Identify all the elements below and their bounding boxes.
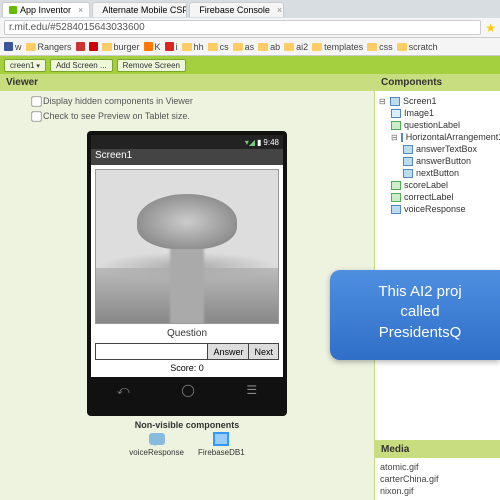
add-screen-button[interactable]: Add Screen ... — [50, 59, 113, 72]
media-panel: Media atomic.gif carterChina.gif nixon.g… — [375, 440, 500, 500]
tree-voiceresponse[interactable]: voiceResponse — [379, 203, 496, 215]
phone-screen[interactable]: Question Answer Next Score: 0 — [91, 165, 283, 377]
textbox-icon — [403, 145, 413, 154]
media-item[interactable]: carterChina.gif — [380, 473, 495, 485]
opt-hidden-row[interactable]: Display hidden components in Viewer — [30, 95, 344, 108]
recent-icon[interactable]: ☰ — [246, 383, 257, 398]
back-icon[interactable]: ⤺ — [117, 383, 130, 398]
tree-screen1[interactable]: ⊟Screen1 — [379, 95, 496, 107]
battery-icon: ▮ — [257, 138, 261, 147]
bookmark-item[interactable]: templates — [312, 42, 363, 52]
opt-tablet-row[interactable]: Check to see Preview on Tablet size. — [30, 110, 344, 123]
close-icon[interactable]: × — [78, 5, 83, 15]
media-item[interactable]: nixon.gif — [380, 485, 495, 497]
hidden-label: Display hidden components in Viewer — [43, 96, 193, 106]
bookmark-item[interactable]: as — [233, 42, 255, 52]
bookmark-item[interactable]: K — [144, 42, 161, 52]
tree-image1[interactable]: Image1 — [379, 107, 496, 119]
viewer-panel: Viewer Display hidden components in View… — [0, 74, 374, 500]
nonvisible-components: voiceResponse FirebaseDB1 — [0, 432, 374, 457]
bookmark-item[interactable]: hh — [182, 42, 204, 52]
address-bar-row: r.mit.edu/#5284015643033600 ★ — [0, 18, 500, 38]
bookmark-item[interactable]: w — [4, 42, 22, 52]
button-icon — [403, 157, 413, 166]
signal-icon: ▾◢ — [245, 138, 255, 147]
screen-selector[interactable]: creen1 — [4, 59, 46, 72]
tab-firebase[interactable]: Firebase Console× — [189, 2, 284, 17]
tree-correctlabel[interactable]: correctLabel — [379, 191, 496, 203]
tts-icon — [391, 205, 401, 214]
bookmark-item[interactable]: Rangers — [26, 42, 72, 52]
bookmark-item[interactable]: burger — [102, 42, 140, 52]
tree-scorelabel[interactable]: scoreLabel — [379, 179, 496, 191]
button-icon — [403, 169, 413, 178]
bookmark-star-icon[interactable]: ★ — [485, 21, 496, 35]
viewer-title: Viewer — [0, 74, 374, 91]
address-bar[interactable]: r.mit.edu/#5284015643033600 — [4, 20, 481, 35]
tree-answertextbox[interactable]: answerTextBox — [379, 143, 496, 155]
callout-line: called — [344, 302, 496, 322]
screen-icon — [390, 97, 400, 106]
remove-screen-button[interactable]: Remove Screen — [117, 59, 186, 72]
tab-app-inventor[interactable]: App Inventor× — [2, 2, 90, 17]
bookmark-bar: w Rangers burger K i hh cs as ab ai2 tem… — [0, 38, 500, 56]
bookmark-item[interactable]: scratch — [397, 42, 438, 52]
tablet-checkbox[interactable] — [31, 111, 41, 121]
close-icon[interactable]: × — [277, 5, 282, 15]
home-icon[interactable]: ◯ — [181, 383, 194, 398]
horizontal-arrangement: Answer Next — [95, 343, 279, 360]
app-title-bar: Screen1 — [91, 149, 283, 165]
bookmark-item[interactable]: css — [367, 42, 393, 52]
collapse-icon[interactable]: ⊟ — [391, 133, 398, 142]
tablet-label: Check to see Preview on Tablet size. — [43, 111, 190, 121]
tree-answerbutton[interactable]: answerButton — [379, 155, 496, 167]
tutorial-callout: This AI2 proj called PresidentsQ — [330, 270, 500, 360]
nonvis-firebase[interactable]: FirebaseDB1 — [198, 432, 245, 457]
bookmark-item[interactable] — [89, 42, 98, 51]
media-title: Media — [375, 441, 500, 458]
speech-icon — [149, 433, 165, 445]
answer-button[interactable]: Answer — [207, 344, 248, 359]
callout-line: This AI2 proj — [344, 282, 496, 302]
label-icon — [391, 121, 401, 130]
collapse-icon[interactable]: ⊟ — [379, 97, 387, 106]
tree-nextbutton[interactable]: nextButton — [379, 167, 496, 179]
label-icon — [391, 193, 401, 202]
callout-line: PresidentsQ — [344, 323, 496, 343]
bookmark-item[interactable]: ai2 — [284, 42, 308, 52]
firebase-icon — [213, 432, 229, 446]
next-button[interactable]: Next — [248, 344, 278, 359]
bookmark-item[interactable] — [76, 42, 85, 51]
bookmark-item[interactable]: i — [165, 42, 178, 52]
bookmark-item[interactable]: ab — [258, 42, 280, 52]
browser-tabs: App Inventor× Alternate Mobile CSP co...… — [0, 0, 500, 18]
tree-questionlabel[interactable]: questionLabel — [379, 119, 496, 131]
nonvis-voice[interactable]: voiceResponse — [129, 432, 184, 457]
image-icon — [391, 109, 401, 118]
label-icon — [391, 181, 401, 190]
media-item[interactable]: atomic.gif — [380, 461, 495, 473]
answer-textbox[interactable] — [96, 344, 207, 359]
component-tree: ⊟Screen1 Image1 questionLabel ⊟Horizonta… — [375, 91, 500, 440]
status-bar: ▾◢ ▮ 9:48 — [91, 135, 283, 149]
phone-mock: ▾◢ ▮ 9:48 Screen1 Question Answer Next S… — [87, 131, 287, 416]
bookmark-item[interactable]: cs — [208, 42, 229, 52]
score-label[interactable]: Score: 0 — [95, 363, 279, 373]
hidden-checkbox[interactable] — [31, 96, 41, 106]
image1[interactable] — [95, 169, 279, 324]
arrangement-icon — [401, 133, 403, 142]
components-title: Components — [375, 74, 500, 91]
android-soft-buttons: ⤺ ◯ ☰ — [91, 383, 283, 398]
question-label[interactable]: Question — [95, 328, 279, 339]
media-list: atomic.gif carterChina.gif nixon.gif — [375, 458, 500, 500]
tree-harrange[interactable]: ⊟HorizontalArrangement1 — [379, 131, 496, 143]
nonvisible-title: Non-visible components — [0, 420, 374, 430]
tab-gmail[interactable]: Alternate Mobile CSP co...× — [92, 2, 187, 17]
status-time: 9:48 — [263, 138, 279, 147]
app-inventor-toolbar: creen1 Add Screen ... Remove Screen — [0, 56, 500, 74]
